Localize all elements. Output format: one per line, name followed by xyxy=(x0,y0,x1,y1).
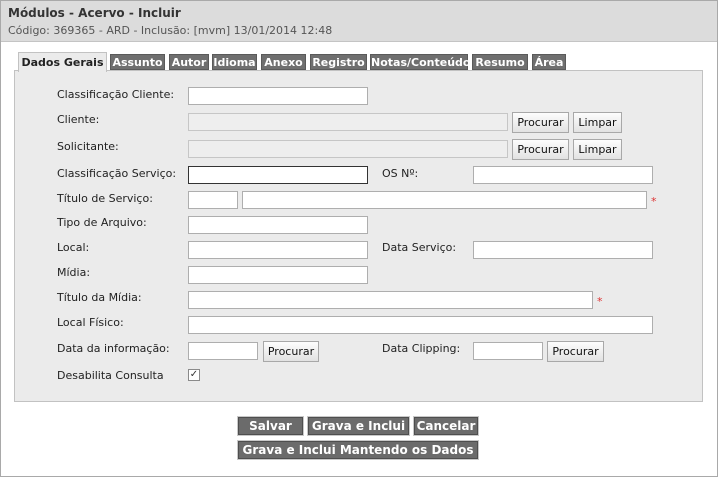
cliente-limpar-button[interactable]: Limpar xyxy=(573,112,622,133)
classificacao-servico-input[interactable] xyxy=(188,166,368,184)
label-titulo-midia: Título da Mídia: xyxy=(57,291,142,304)
data-informacao-procurar-button[interactable]: Procurar xyxy=(263,341,319,362)
label-local: Local: xyxy=(57,241,90,254)
cancelar-button[interactable]: Cancelar xyxy=(414,417,478,435)
tipo-arquivo-input[interactable] xyxy=(188,216,368,234)
titulo-midia-required-mark: * xyxy=(597,295,603,308)
label-midia: Mídia: xyxy=(57,266,91,279)
label-cliente: Cliente: xyxy=(57,113,100,126)
tab-area[interactable]: Área xyxy=(532,54,566,70)
desabilita-consulta-checkbox[interactable]: ✓ xyxy=(188,369,200,381)
grava-inclui-button[interactable]: Grava e Inclui xyxy=(308,417,409,435)
titulo-servico-code-input[interactable] xyxy=(188,191,238,209)
label-solicitante: Solicitante: xyxy=(57,140,119,153)
solicitante-procurar-button[interactable]: Procurar xyxy=(512,139,569,160)
solicitante-limpar-button[interactable]: Limpar xyxy=(573,139,622,160)
label-data-clipping: Data Clipping: xyxy=(382,342,461,355)
label-tipo-arquivo: Tipo de Arquivo: xyxy=(57,216,147,229)
titulo-midia-input[interactable] xyxy=(188,291,593,309)
os-numero-input[interactable] xyxy=(473,166,653,184)
tab-dados-gerais[interactable]: Dados Gerais xyxy=(18,52,107,72)
label-classificacao-servico: Classificação Serviço: xyxy=(57,167,177,180)
data-clipping-procurar-button[interactable]: Procurar xyxy=(547,341,604,362)
tab-resumo[interactable]: Resumo xyxy=(472,54,528,70)
tab-autor[interactable]: Autor xyxy=(169,54,209,70)
tab-notas-conteudo[interactable]: Notas/Conteúdo xyxy=(370,54,470,70)
page-title: Módulos - Acervo - Incluir xyxy=(8,6,181,20)
label-data-servico: Data Serviço: xyxy=(382,241,457,254)
label-os-numero: OS Nº: xyxy=(382,167,419,180)
data-servico-input[interactable] xyxy=(473,241,653,259)
label-desabilita-consulta: Desabilita Consulta xyxy=(57,369,164,382)
label-classificacao-cliente: Classificação Cliente: xyxy=(57,88,175,101)
midia-input[interactable] xyxy=(188,266,368,284)
tab-registro[interactable]: Registro xyxy=(310,54,367,70)
tab-assunto[interactable]: Assunto xyxy=(110,54,165,70)
label-local-fisico: Local Físico: xyxy=(57,316,124,329)
window-header: Módulos - Acervo - Incluir Código: 36936… xyxy=(1,1,717,42)
label-titulo-servico: Título de Serviço: xyxy=(57,192,153,205)
record-info: Código: 369365 - ARD - Inclusão: [mvm] 1… xyxy=(8,24,333,37)
tab-idioma[interactable]: Idioma xyxy=(212,54,257,70)
titulo-servico-input[interactable] xyxy=(242,191,647,209)
solicitante-input xyxy=(188,140,508,158)
titulo-servico-required-mark: * xyxy=(651,195,657,208)
salvar-button[interactable]: Salvar xyxy=(238,417,303,435)
classificacao-cliente-input[interactable] xyxy=(188,87,368,105)
grava-inclui-mantendo-dados-button[interactable]: Grava e Inclui Mantendo os Dados xyxy=(238,441,478,459)
data-clipping-input[interactable] xyxy=(473,342,543,360)
local-input[interactable] xyxy=(188,241,368,259)
label-data-informacao: Data da informação: xyxy=(57,342,170,355)
cliente-procurar-button[interactable]: Procurar xyxy=(512,112,569,133)
local-fisico-input[interactable] xyxy=(188,316,653,334)
tab-anexo[interactable]: Anexo xyxy=(261,54,306,70)
data-informacao-input[interactable] xyxy=(188,342,258,360)
cliente-input xyxy=(188,113,508,131)
